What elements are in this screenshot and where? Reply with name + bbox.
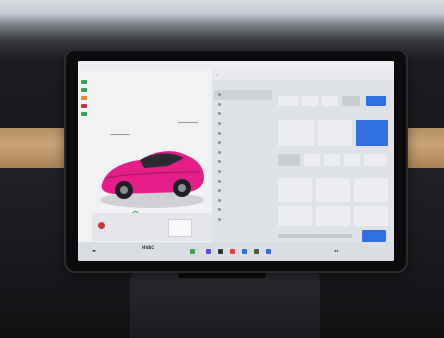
control-tile[interactable] [278,206,312,226]
vehicle-panel [78,70,212,228]
alert-icon [98,222,105,229]
menu-item[interactable] [214,138,272,148]
quick-button[interactable] [322,96,338,106]
app-icon[interactable] [230,249,235,254]
quick-button[interactable] [302,96,318,106]
indicator-column [81,80,87,116]
control-tile[interactable] [316,206,350,226]
control-tile[interactable] [318,120,352,146]
quick-button-active[interactable] [366,96,386,106]
menu-item[interactable] [214,215,272,225]
control-tile-active[interactable] [356,120,388,146]
touchscreen: ⌕ ▬ HVAC ◂◂ [78,61,394,261]
hvac-label[interactable]: HVAC [142,245,154,250]
menu-item[interactable] [214,205,272,215]
control-tile[interactable] [354,178,388,202]
volume-icon[interactable]: ◂◂ [334,248,338,253]
app-icon[interactable] [218,249,223,254]
control-tile[interactable] [316,178,350,202]
selector-tile[interactable] [304,154,320,166]
green-indicator-icon [81,88,87,92]
app-icon[interactable] [206,249,211,254]
controls-header: ⌕ [212,70,394,80]
status-bar [78,61,394,70]
menu-item[interactable] [214,128,272,138]
menu-item[interactable] [214,167,272,177]
selector-tile[interactable] [278,154,300,166]
green-indicator-icon [81,112,87,116]
phone-icon[interactable] [190,249,195,254]
alert-card[interactable] [92,213,212,241]
quick-button[interactable] [278,96,298,106]
control-tile[interactable] [354,206,388,226]
menu-item[interactable] [214,196,272,206]
menu-item[interactable] [214,90,272,100]
menu-item[interactable] [214,109,272,119]
center-console [130,270,320,338]
menu-item[interactable] [214,176,272,186]
confirm-button[interactable] [362,230,386,242]
car-model-3d[interactable] [96,126,208,216]
car-interior-photo: ⌕ ▬ HVAC ◂◂ [0,0,444,338]
car-icon [100,151,204,208]
orange-indicator-icon [81,96,87,100]
selector-tile[interactable] [324,154,340,166]
control-tile[interactable] [278,178,312,202]
menu-item[interactable] [214,186,272,196]
red-indicator-icon [81,104,87,108]
slider-track[interactable] [278,234,352,238]
app-icon[interactable] [266,249,271,254]
menu-item[interactable] [214,157,272,167]
app-icon[interactable] [242,249,247,254]
selector-tile[interactable] [364,154,386,166]
car-icon[interactable]: ▬ [92,248,96,253]
controls-menu [214,90,272,224]
search-icon[interactable]: ⌕ [216,73,218,77]
selector-tile[interactable] [344,154,360,166]
trunk-callout[interactable] [178,114,198,123]
seat-grid-icon[interactable] [168,219,192,237]
control-tile[interactable] [278,120,314,146]
quick-button[interactable] [342,96,360,106]
green-indicator-icon [81,80,87,84]
menu-item[interactable] [214,148,272,158]
controls-panel: ⌕ [212,70,394,242]
menu-item[interactable] [214,100,272,110]
app-icon[interactable] [254,249,259,254]
taskbar: ▬ HVAC ◂◂ [78,242,394,261]
menu-item[interactable] [214,119,272,129]
